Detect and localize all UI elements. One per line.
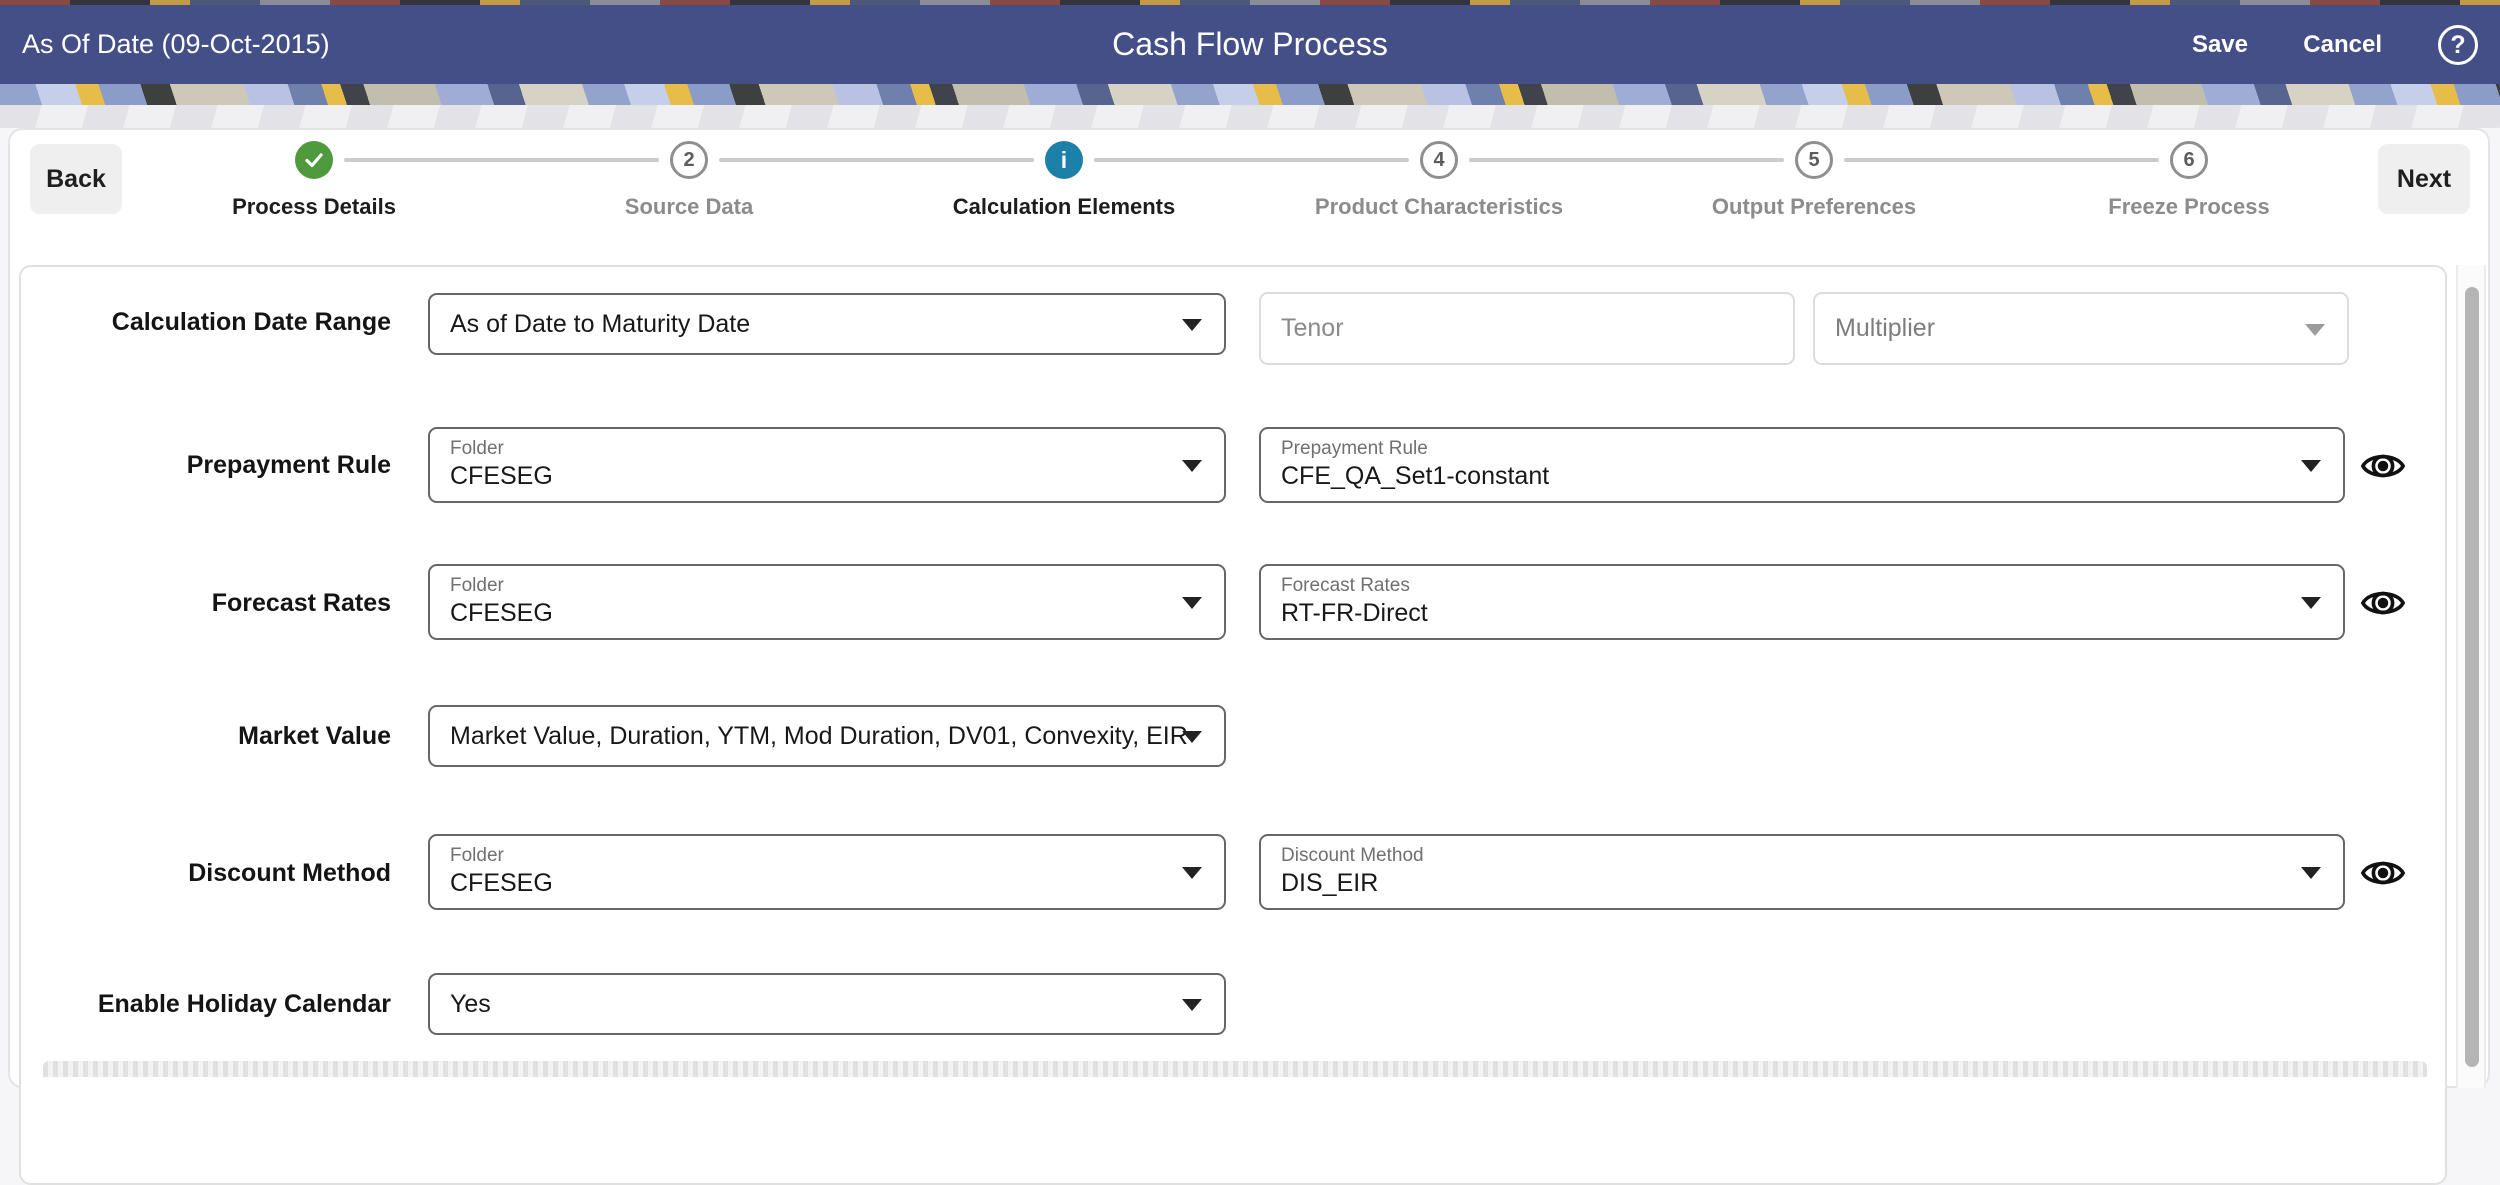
page-title: Cash Flow Process [0, 5, 2500, 84]
discount-method-value: DIS_EIR [1281, 870, 2283, 898]
forecast-rates-preview-eye-icon[interactable] [2360, 580, 2406, 626]
caret-down-icon [2301, 597, 2321, 609]
folder-value: CFESEG [450, 463, 1164, 491]
forecast-folder-select[interactable]: Folder CFESEG [428, 564, 1226, 640]
discount-folder-select[interactable]: Folder CFESEG [428, 834, 1226, 910]
enable-holiday-calendar-select[interactable]: Yes [428, 973, 1226, 1035]
discount-method-label: Discount Method [51, 856, 391, 890]
calculation-date-range-select[interactable]: As of Date to Maturity Date [428, 293, 1226, 355]
caret-down-icon [1182, 731, 1202, 743]
step-label: Product Characteristics [1259, 194, 1619, 220]
prepayment-rule-label: Prepayment Rule [51, 448, 391, 482]
folder-mini-label: Folder [450, 846, 1164, 865]
step-freeze-process[interactable]: 6 Freeze Process [2009, 141, 2369, 220]
multiplier-select[interactable]: Multiplier [1813, 292, 2349, 365]
discount-method-select[interactable]: Discount Method DIS_EIR [1259, 834, 2345, 910]
decorative-banner-pattern [0, 84, 2500, 105]
prepayment-folder-select[interactable]: Folder CFESEG [428, 427, 1226, 503]
folder-value: CFESEG [450, 600, 1164, 628]
market-value-select[interactable]: Market Value, Duration, YTM, Mod Duratio… [428, 705, 1226, 767]
prepayment-rule-value: CFE_QA_Set1-constant [1281, 463, 2283, 491]
info-icon: i [1045, 141, 1083, 179]
market-value-value: Market Value, Duration, YTM, Mod Duratio… [450, 722, 1188, 751]
forecast-rates-value: RT-FR-Direct [1281, 600, 2283, 628]
scrollbar-thumb[interactable] [2465, 287, 2479, 1067]
step-number: 2 [670, 141, 708, 179]
prepayment-rule-select[interactable]: Prepayment Rule CFE_QA_Set1-constant [1259, 427, 2345, 503]
decorative-banner-fade [0, 105, 2500, 128]
caret-down-icon [1182, 460, 1202, 472]
caret-down-icon [1182, 597, 1202, 609]
discount-method-mini-label: Discount Method [1281, 846, 2283, 865]
caret-down-icon [2305, 324, 2325, 336]
back-button[interactable]: Back [30, 144, 122, 214]
prepayment-rule-mini-label: Prepayment Rule [1281, 439, 2283, 458]
step-output-preferences[interactable]: 5 Output Preferences [1634, 141, 1994, 220]
cut-off-section-edge [43, 1061, 2427, 1077]
caret-down-icon [1182, 999, 1202, 1011]
step-label: Output Preferences [1634, 194, 1994, 220]
folder-mini-label: Folder [450, 576, 1164, 595]
save-button[interactable]: Save [2192, 5, 2248, 84]
step-label: Calculation Elements [884, 194, 1244, 220]
step-label: Freeze Process [2009, 194, 2369, 220]
market-value-label: Market Value [51, 719, 391, 753]
help-icon[interactable]: ? [2438, 25, 2478, 65]
help-glyph: ? [2450, 31, 2465, 60]
app-header: As Of Date (09-Oct-2015) Cash Flow Proce… [0, 5, 2500, 84]
enable-holiday-calendar-value: Yes [450, 990, 491, 1019]
forecast-rates-label: Forecast Rates [51, 586, 391, 620]
check-icon [295, 141, 333, 179]
step-product-characteristics[interactable]: 4 Product Characteristics [1259, 141, 1619, 220]
step-process-details[interactable]: Process Details [134, 141, 494, 220]
tenor-input[interactable] [1259, 292, 1795, 365]
folder-mini-label: Folder [450, 439, 1164, 458]
step-source-data[interactable]: 2 Source Data [509, 141, 869, 220]
enable-holiday-calendar-label: Enable Holiday Calendar [51, 987, 391, 1021]
cancel-button[interactable]: Cancel [2303, 5, 2382, 84]
step-number: 5 [1795, 141, 1833, 179]
calculation-date-range-value: As of Date to Maturity Date [450, 310, 750, 339]
step-calculation-elements[interactable]: i Calculation Elements [884, 141, 1244, 220]
step-label: Process Details [134, 194, 494, 220]
scrollbar[interactable] [2456, 265, 2486, 1088]
caret-down-icon [1182, 867, 1202, 879]
folder-value: CFESEG [450, 870, 1164, 898]
step-label: Source Data [509, 194, 869, 220]
discount-method-preview-eye-icon[interactable] [2360, 850, 2406, 896]
calculation-date-range-label: Calculation Date Range [51, 305, 391, 339]
next-button[interactable]: Next [2378, 144, 2470, 214]
prepayment-rule-preview-eye-icon[interactable] [2360, 443, 2406, 489]
caret-down-icon [2301, 460, 2321, 472]
step-number: 4 [1420, 141, 1458, 179]
caret-down-icon [1182, 319, 1202, 331]
caret-down-icon [2301, 867, 2321, 879]
process-wizard-card: Back Next Process Details 2 Source Data … [8, 128, 2490, 1088]
multiplier-placeholder: Multiplier [1835, 314, 1935, 343]
calculation-elements-form: Calculation Date Range As of Date to Mat… [19, 265, 2447, 1185]
step-number: 6 [2170, 141, 2208, 179]
forecast-rates-mini-label: Forecast Rates [1281, 576, 2283, 595]
forecast-rates-select[interactable]: Forecast Rates RT-FR-Direct [1259, 564, 2345, 640]
